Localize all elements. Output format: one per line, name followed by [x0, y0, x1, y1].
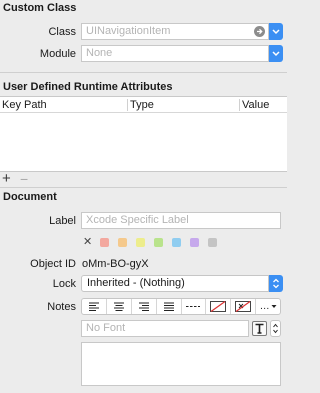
- font-size-stepper[interactable]: [270, 320, 281, 337]
- column-header-type[interactable]: Type: [128, 97, 240, 113]
- document-label-placeholder: Xcode Specific Label: [86, 214, 189, 226]
- text-font-icon: [255, 323, 264, 334]
- object-id-value: oMm-BO-gyX: [82, 258, 149, 270]
- align-justify-icon: [163, 302, 174, 311]
- document-label-field[interactable]: Xcode Specific Label: [81, 212, 281, 229]
- class-dropdown-button[interactable]: [269, 23, 283, 40]
- notes-text-area[interactable]: [81, 342, 281, 386]
- section-divider: [0, 72, 287, 73]
- stepper-arrows-icon: [273, 323, 278, 334]
- lock-popup[interactable]: Inherited - (Nothing): [81, 275, 269, 292]
- chevron-updown-icon: [273, 278, 279, 289]
- column-divider: [239, 99, 240, 111]
- dashed-line-icon: [186, 306, 201, 307]
- align-left-button[interactable]: [82, 299, 107, 314]
- notes-label: Notes: [47, 301, 76, 313]
- font-field[interactable]: No Font: [81, 320, 249, 337]
- text-color-button[interactable]: [206, 299, 232, 314]
- class-field-placeholder: UINavigationItem: [86, 25, 171, 37]
- font-field-placeholder: No Font: [86, 322, 126, 334]
- column-header-key-path[interactable]: Key Path: [0, 97, 128, 113]
- align-justify-button[interactable]: [157, 299, 182, 314]
- remove-attribute-button[interactable]: −: [20, 172, 28, 186]
- background-color-button[interactable]: [231, 299, 257, 314]
- lock-popup-button[interactable]: [269, 275, 283, 292]
- align-right-button[interactable]: [132, 299, 157, 314]
- custom-class-header: Custom Class: [3, 2, 77, 14]
- label-color-purple[interactable]: [190, 238, 199, 247]
- section-divider: [0, 187, 287, 188]
- runtime-attributes-table[interactable]: Key Path Type Value: [0, 96, 287, 172]
- align-natural-button[interactable]: [182, 299, 207, 314]
- label-color-blue[interactable]: [172, 238, 181, 247]
- go-to-class-icon[interactable]: [254, 26, 265, 37]
- label-color-green[interactable]: [154, 238, 163, 247]
- no-background-icon: [235, 301, 252, 312]
- clear-label-color-button[interactable]: ✕: [83, 235, 92, 249]
- runtime-attributes-header: User Defined Runtime Attributes: [3, 81, 173, 93]
- font-picker-button[interactable]: [252, 321, 267, 336]
- column-header-value[interactable]: Value: [240, 97, 287, 113]
- align-left-icon: [88, 302, 99, 311]
- label-color-gray[interactable]: [208, 238, 217, 247]
- align-right-icon: [138, 302, 149, 311]
- label-color-orange[interactable]: [118, 238, 127, 247]
- lock-label: Lock: [52, 278, 76, 290]
- lock-popup-value: Inherited - (Nothing): [87, 277, 185, 289]
- module-dropdown-button[interactable]: [269, 45, 283, 62]
- chevron-down-icon: [272, 51, 280, 57]
- module-field[interactable]: None: [81, 45, 269, 62]
- align-center-icon: [113, 302, 124, 311]
- label-color-red[interactable]: [100, 238, 109, 247]
- object-id-label: Object ID: [30, 258, 76, 270]
- more-options-label: …: [259, 301, 270, 312]
- column-divider: [127, 99, 128, 111]
- align-center-button[interactable]: [107, 299, 132, 314]
- module-field-placeholder: None: [86, 47, 113, 59]
- chevron-down-icon: [271, 305, 277, 308]
- chevron-down-icon: [272, 29, 280, 35]
- more-options-button[interactable]: …: [256, 299, 280, 314]
- label-color-yellow[interactable]: [136, 238, 145, 247]
- add-attribute-button[interactable]: +: [2, 171, 11, 186]
- document-label-label: Label: [49, 215, 76, 227]
- notes-format-toolbar[interactable]: …: [81, 298, 281, 315]
- no-color-icon: [210, 301, 227, 312]
- class-field[interactable]: UINavigationItem: [81, 23, 269, 40]
- class-label: Class: [48, 26, 76, 38]
- document-header: Document: [3, 191, 57, 203]
- module-label: Module: [39, 48, 76, 60]
